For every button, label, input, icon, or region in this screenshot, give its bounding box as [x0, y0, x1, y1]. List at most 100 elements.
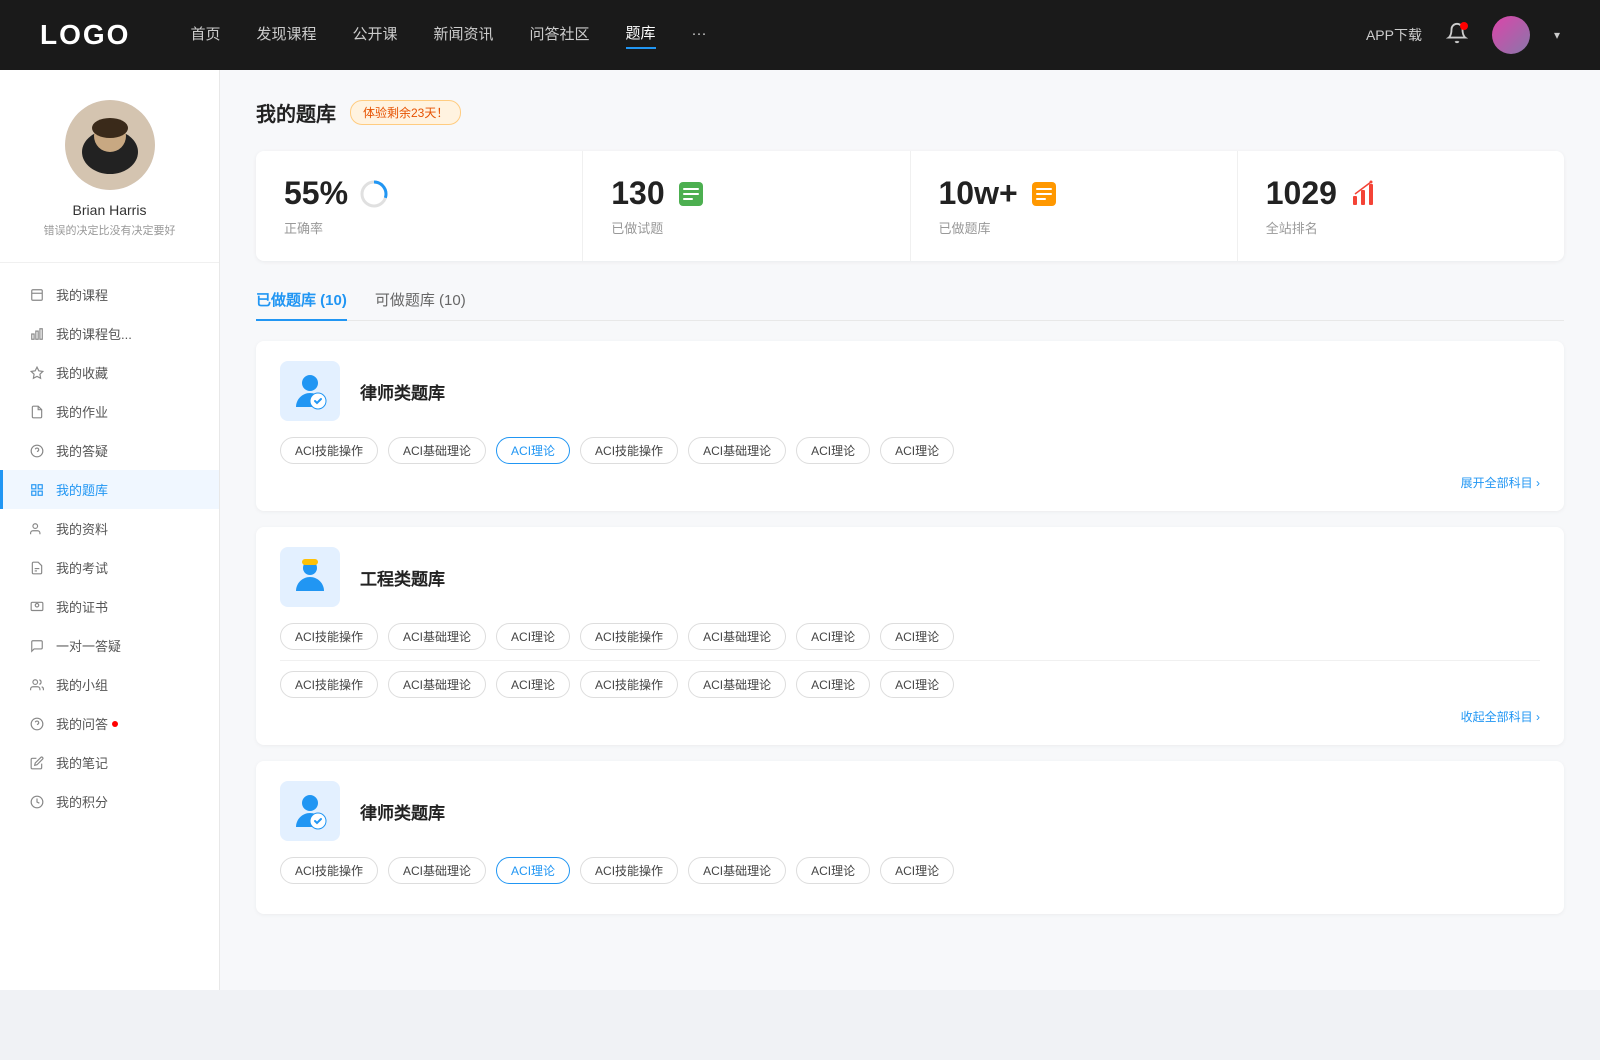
- tag[interactable]: ACI技能操作: [280, 623, 378, 650]
- tag[interactable]: ACI理论: [880, 437, 954, 464]
- nav-links: 首页 发现课程 公开课 新闻资讯 问答社区 题库 ···: [190, 22, 1366, 49]
- tag[interactable]: ACI基础理论: [388, 437, 486, 464]
- menu-certificate[interactable]: 我的证书: [0, 587, 219, 626]
- doc-icon: [28, 403, 46, 421]
- engineer-icon: [280, 547, 340, 607]
- menu-label: 我的题库: [56, 480, 108, 499]
- menu-my-courses[interactable]: 我的课程: [0, 275, 219, 314]
- tag[interactable]: ACI理论: [796, 623, 870, 650]
- menu-label: 一对一答疑: [56, 636, 121, 655]
- menu-label: 我的课程: [56, 285, 108, 304]
- cert-icon: [28, 598, 46, 616]
- tag-active[interactable]: ACI理论: [496, 857, 570, 884]
- tag[interactable]: ACI技能操作: [280, 437, 378, 464]
- tag[interactable]: ACI基础理论: [388, 671, 486, 698]
- tag[interactable]: ACI理论: [880, 623, 954, 650]
- expand-link-lawyer-1[interactable]: 展开全部科目 ›: [280, 474, 1540, 491]
- stat-ranking: 1029 全站排名: [1238, 151, 1564, 261]
- menu-label: 我的收藏: [56, 363, 108, 382]
- menu-label: 我的小组: [56, 675, 108, 694]
- tag[interactable]: ACI理论: [496, 671, 570, 698]
- grid-icon: [28, 481, 46, 499]
- tag[interactable]: ACI理论: [880, 671, 954, 698]
- tag-active[interactable]: ACI理论: [496, 437, 570, 464]
- menu-homework[interactable]: 我的作业: [0, 392, 219, 431]
- user-menu-chevron[interactable]: ▾: [1554, 28, 1560, 42]
- tag[interactable]: ACI技能操作: [580, 437, 678, 464]
- menu-favorites[interactable]: 我的收藏: [0, 353, 219, 392]
- nav-qa[interactable]: 问答社区: [530, 23, 590, 48]
- qa-icon: [28, 715, 46, 733]
- tab-available-banks[interactable]: 可做题库 (10): [375, 289, 466, 320]
- question-icon: [28, 442, 46, 460]
- nav-discover[interactable]: 发现课程: [256, 23, 316, 48]
- nav-home[interactable]: 首页: [190, 23, 220, 48]
- nav-news[interactable]: 新闻资讯: [434, 23, 494, 48]
- subject-card-lawyer-2: 律师类题库 ACI技能操作 ACI基础理论 ACI理论 ACI技能操作 ACI基…: [256, 761, 1564, 914]
- profile-motto: 错误的决定比没有决定要好: [44, 222, 176, 238]
- menu-notes[interactable]: 我的笔记: [0, 743, 219, 782]
- tag[interactable]: ACI技能操作: [280, 671, 378, 698]
- tag[interactable]: ACI理论: [796, 857, 870, 884]
- tag[interactable]: ACI基础理论: [388, 623, 486, 650]
- nav-more[interactable]: ···: [692, 25, 707, 46]
- tag[interactable]: ACI理论: [796, 671, 870, 698]
- menu-profile[interactable]: 我的资料: [0, 509, 219, 548]
- tag[interactable]: ACI基础理论: [688, 623, 786, 650]
- subject-tags-engineer-row2: ACI技能操作 ACI基础理论 ACI理论 ACI技能操作 ACI基础理论 AC…: [280, 671, 1540, 698]
- tag[interactable]: ACI技能操作: [580, 671, 678, 698]
- menu-exam[interactable]: 我的考试: [0, 548, 219, 587]
- accuracy-value: 55%: [284, 175, 348, 212]
- notification-bell[interactable]: [1446, 22, 1468, 49]
- tag[interactable]: ACI基础理论: [688, 671, 786, 698]
- nav-open-course[interactable]: 公开课: [352, 23, 397, 48]
- ranking-label: 全站排名: [1266, 218, 1536, 237]
- app-download-button[interactable]: APP下载: [1366, 25, 1422, 45]
- menu-group[interactable]: 我的小组: [0, 665, 219, 704]
- qa-notification-dot: [112, 721, 118, 727]
- subject-card-engineer: 工程类题库 ACI技能操作 ACI基础理论 ACI理论 ACI技能操作 ACI基…: [256, 527, 1564, 745]
- tag[interactable]: ACI理论: [796, 437, 870, 464]
- menu-course-package[interactable]: 我的课程包...: [0, 314, 219, 353]
- tag[interactable]: ACI技能操作: [580, 857, 678, 884]
- tab-done-banks[interactable]: 已做题库 (10): [256, 289, 347, 320]
- banks-value: 10w+: [939, 175, 1018, 212]
- collapse-link-engineer[interactable]: 收起全部科目 ›: [280, 708, 1540, 725]
- tag[interactable]: ACI基础理论: [688, 437, 786, 464]
- stats-row: 55% 正确率 130: [256, 151, 1564, 261]
- questions-value: 130: [611, 175, 664, 212]
- sidebar: Brian Harris 错误的决定比没有决定要好 我的课程 我的课程包...: [0, 70, 220, 990]
- tag[interactable]: ACI技能操作: [580, 623, 678, 650]
- chart-red-icon: [1347, 178, 1379, 210]
- tag[interactable]: ACI基础理论: [688, 857, 786, 884]
- list-green-icon: [675, 178, 707, 210]
- avatar: [65, 100, 155, 190]
- stat-accuracy: 55% 正确率: [256, 151, 583, 261]
- banks-label: 已做题库: [939, 218, 1209, 237]
- chat-icon: [28, 637, 46, 655]
- tag[interactable]: ACI理论: [880, 857, 954, 884]
- tag[interactable]: ACI技能操作: [280, 857, 378, 884]
- nav-right: APP下载 ▾: [1366, 16, 1560, 54]
- people-icon: [28, 520, 46, 538]
- tag[interactable]: ACI基础理论: [388, 857, 486, 884]
- tabs-row: 已做题库 (10) 可做题库 (10): [256, 289, 1564, 321]
- list-orange-icon: [1028, 178, 1060, 210]
- menu-label: 我的作业: [56, 402, 108, 421]
- menu-1on1-qa[interactable]: 一对一答疑: [0, 626, 219, 665]
- profile-section: Brian Harris 错误的决定比没有决定要好: [0, 100, 219, 263]
- subject-name-lawyer-2: 律师类题库: [360, 799, 445, 824]
- menu-label: 我的课程包...: [56, 324, 132, 343]
- menu-label: 我的证书: [56, 597, 108, 616]
- main-content: 我的题库 体验剩余23天！ 55% 正确率: [220, 70, 1600, 990]
- paper-icon: [28, 559, 46, 577]
- menu-points[interactable]: 我的积分: [0, 782, 219, 821]
- menu-qa[interactable]: 我的答疑: [0, 431, 219, 470]
- menu-question-bank[interactable]: 我的题库: [0, 470, 219, 509]
- user-avatar[interactable]: [1492, 16, 1530, 54]
- menu-my-qa[interactable]: 我的问答: [0, 704, 219, 743]
- tag[interactable]: ACI理论: [496, 623, 570, 650]
- group-icon: [28, 676, 46, 694]
- nav-question-bank[interactable]: 题库: [626, 22, 656, 49]
- file-icon: [28, 286, 46, 304]
